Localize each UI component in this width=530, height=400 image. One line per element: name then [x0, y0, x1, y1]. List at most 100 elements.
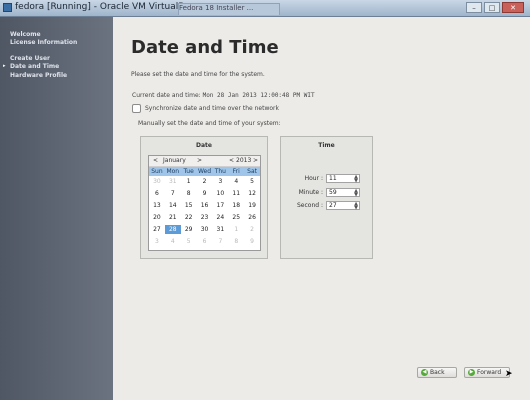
minimize-button[interactable]: – — [466, 2, 482, 13]
current-date-time-label: Current date and time: — [132, 92, 201, 99]
calendar-day[interactable]: 9 — [244, 237, 260, 246]
time-frame: Time Hour : 11 ▲ ▼ Minute : 59 ▲ ▼ Second … — [280, 136, 373, 259]
back-button[interactable]: ◀ Back — [417, 367, 457, 378]
weekday-label: Wed — [197, 168, 212, 175]
network-sync-label[interactable]: Synchronize date and time over the netwo… — [145, 105, 279, 112]
calendar-day[interactable]: 3 — [149, 237, 165, 246]
time-frame-title: Time — [318, 142, 335, 149]
guest-display: Welcome License Information Create User … — [0, 17, 530, 400]
forward-button-label: Forward — [477, 369, 502, 376]
calendar-day[interactable]: 16 — [197, 201, 213, 210]
calendar-day[interactable]: 19 — [244, 201, 260, 210]
calendar-day[interactable]: 20 — [149, 213, 165, 222]
second-spinner[interactable]: 27 ▲ ▼ — [326, 200, 360, 210]
second-label: Second : — [296, 201, 323, 209]
installer-sidebar: Welcome License Information Create User … — [0, 17, 113, 400]
calendar-day[interactable]: 14 — [165, 201, 181, 210]
next-year-button[interactable]: > — [253, 157, 258, 164]
page-description: Please set the date and time for the sys… — [131, 71, 265, 78]
minute-spinner[interactable]: 59 ▲ ▼ — [326, 187, 360, 197]
calendar-day[interactable]: 27 — [149, 225, 165, 234]
calendar-day[interactable]: 18 — [228, 201, 244, 210]
close-button[interactable]: ✕ — [502, 2, 524, 13]
maximize-button[interactable]: □ — [484, 2, 500, 13]
calendar-day[interactable]: 1 — [181, 177, 197, 186]
year-label: 2013 — [236, 157, 252, 164]
calendar-day[interactable]: 21 — [165, 213, 181, 222]
calendar-day[interactable]: 28 — [164, 225, 181, 234]
hour-row: Hour : 11 ▲ ▼ — [287, 173, 360, 183]
weekday-label: Tue — [183, 168, 194, 175]
weekday-label: Fri — [232, 168, 240, 175]
calendar-day[interactable]: 17 — [212, 201, 228, 210]
calendar-day[interactable]: 7 — [165, 189, 181, 198]
calendar-day[interactable]: 29 — [181, 225, 197, 234]
calendar-week-row: 13 14 15 16 17 18 19 — [149, 201, 260, 210]
calendar-day[interactable]: 1 — [228, 225, 244, 234]
calendar-day[interactable]: 22 — [181, 213, 197, 222]
calendar-day[interactable]: 15 — [181, 201, 197, 210]
minute-row: Minute : 59 ▲ ▼ — [287, 187, 360, 197]
date-frame: Date < January > < 2013 > Sun Mon Tue We… — [140, 136, 268, 259]
calendar-day[interactable]: 13 — [149, 201, 165, 210]
calendar-day[interactable]: 2 — [197, 177, 213, 186]
calendar-header: < January > < 2013 > — [149, 156, 260, 167]
sidebar-item-welcome: Welcome — [10, 31, 41, 38]
main-panel: Date and Time Please set the date and ti… — [113, 17, 530, 400]
virtualbox-icon — [3, 3, 12, 12]
second-row: Second : 27 ▲ ▼ — [287, 200, 360, 210]
calendar-day[interactable]: 10 — [212, 189, 228, 198]
calendar[interactable]: < January > < 2013 > Sun Mon Tue Wed Thu… — [148, 155, 261, 251]
calendar-day[interactable]: 6 — [149, 189, 165, 198]
next-month-button[interactable]: > — [197, 157, 202, 164]
calendar-day[interactable]: 24 — [212, 213, 228, 222]
current-step-arrow-icon: ▸ — [3, 63, 6, 69]
back-arrow-icon: ◀ — [421, 369, 428, 376]
calendar-day[interactable]: 31 — [212, 225, 228, 234]
calendar-day[interactable]: 9 — [197, 189, 213, 198]
calendar-day[interactable]: 26 — [244, 213, 260, 222]
hour-spinner[interactable]: 11 ▲ ▼ — [326, 173, 360, 183]
calendar-week-row: 30 31 1 2 3 4 5 — [149, 177, 260, 186]
background-window-tab[interactable]: Fedora 18 Installer ... — [178, 3, 280, 15]
calendar-week-row: 3456789 — [149, 237, 260, 246]
prev-month-button[interactable]: < — [153, 157, 158, 164]
network-sync-option[interactable]: Synchronize date and time over the netwo… — [132, 103, 279, 113]
calendar-day[interactable]: 3 — [212, 177, 228, 186]
date-frame-title: Date — [196, 142, 212, 149]
calendar-day[interactable]: 5 — [181, 237, 197, 246]
minute-label: Minute : — [298, 188, 323, 196]
current-date-time: Current date and time: Mon 28 Jan 2013 1… — [132, 92, 315, 99]
calendar-day[interactable]: 31 — [165, 177, 181, 186]
hour-value: 11 — [329, 174, 337, 182]
calendar-week-row: 6 7 8 9 10 11 12 — [149, 189, 260, 198]
sidebar-item-license: License Information — [10, 39, 78, 46]
sidebar-item-hardware-profile: Hardware Profile — [10, 72, 68, 79]
calendar-day[interactable]: 30 — [197, 225, 213, 234]
calendar-day[interactable]: 23 — [197, 213, 213, 222]
spinner-arrows-icon[interactable]: ▲ ▼ — [354, 188, 358, 197]
current-date-time-value: Mon 28 Jan 2013 12:00:48 PM WIT — [202, 92, 315, 99]
network-sync-checkbox[interactable] — [132, 103, 141, 113]
weekday-label: Sat — [247, 168, 257, 175]
forward-button[interactable]: ▶ Forward — [464, 367, 510, 378]
month-label: January — [163, 157, 186, 164]
calendar-day[interactable]: 4 — [228, 177, 244, 186]
spinner-arrows-icon[interactable]: ▲ ▼ — [354, 201, 358, 210]
calendar-day[interactable]: 12 — [244, 189, 260, 198]
calendar-day[interactable]: 2 — [244, 225, 260, 234]
prev-year-button[interactable]: < — [229, 157, 234, 164]
calendar-day[interactable]: 5 — [244, 177, 260, 186]
calendar-day[interactable]: 11 — [228, 189, 244, 198]
calendar-day[interactable]: 30 — [149, 177, 165, 186]
calendar-week-row: 20 21 22 23 24 25 26 — [149, 213, 260, 222]
calendar-day[interactable]: 6 — [197, 237, 213, 246]
calendar-day[interactable]: 4 — [165, 237, 181, 246]
calendar-day[interactable]: 7 — [212, 237, 228, 246]
calendar-day[interactable]: 8 — [228, 237, 244, 246]
window-title-bar[interactable]: fedora [Running] - Oracle VM VirtualBox … — [0, 0, 530, 17]
spinner-arrows-icon[interactable]: ▲ ▼ — [354, 174, 358, 183]
calendar-day[interactable]: 25 — [228, 213, 244, 222]
calendar-day[interactable]: 8 — [181, 189, 197, 198]
back-button-label: Back — [430, 369, 445, 376]
